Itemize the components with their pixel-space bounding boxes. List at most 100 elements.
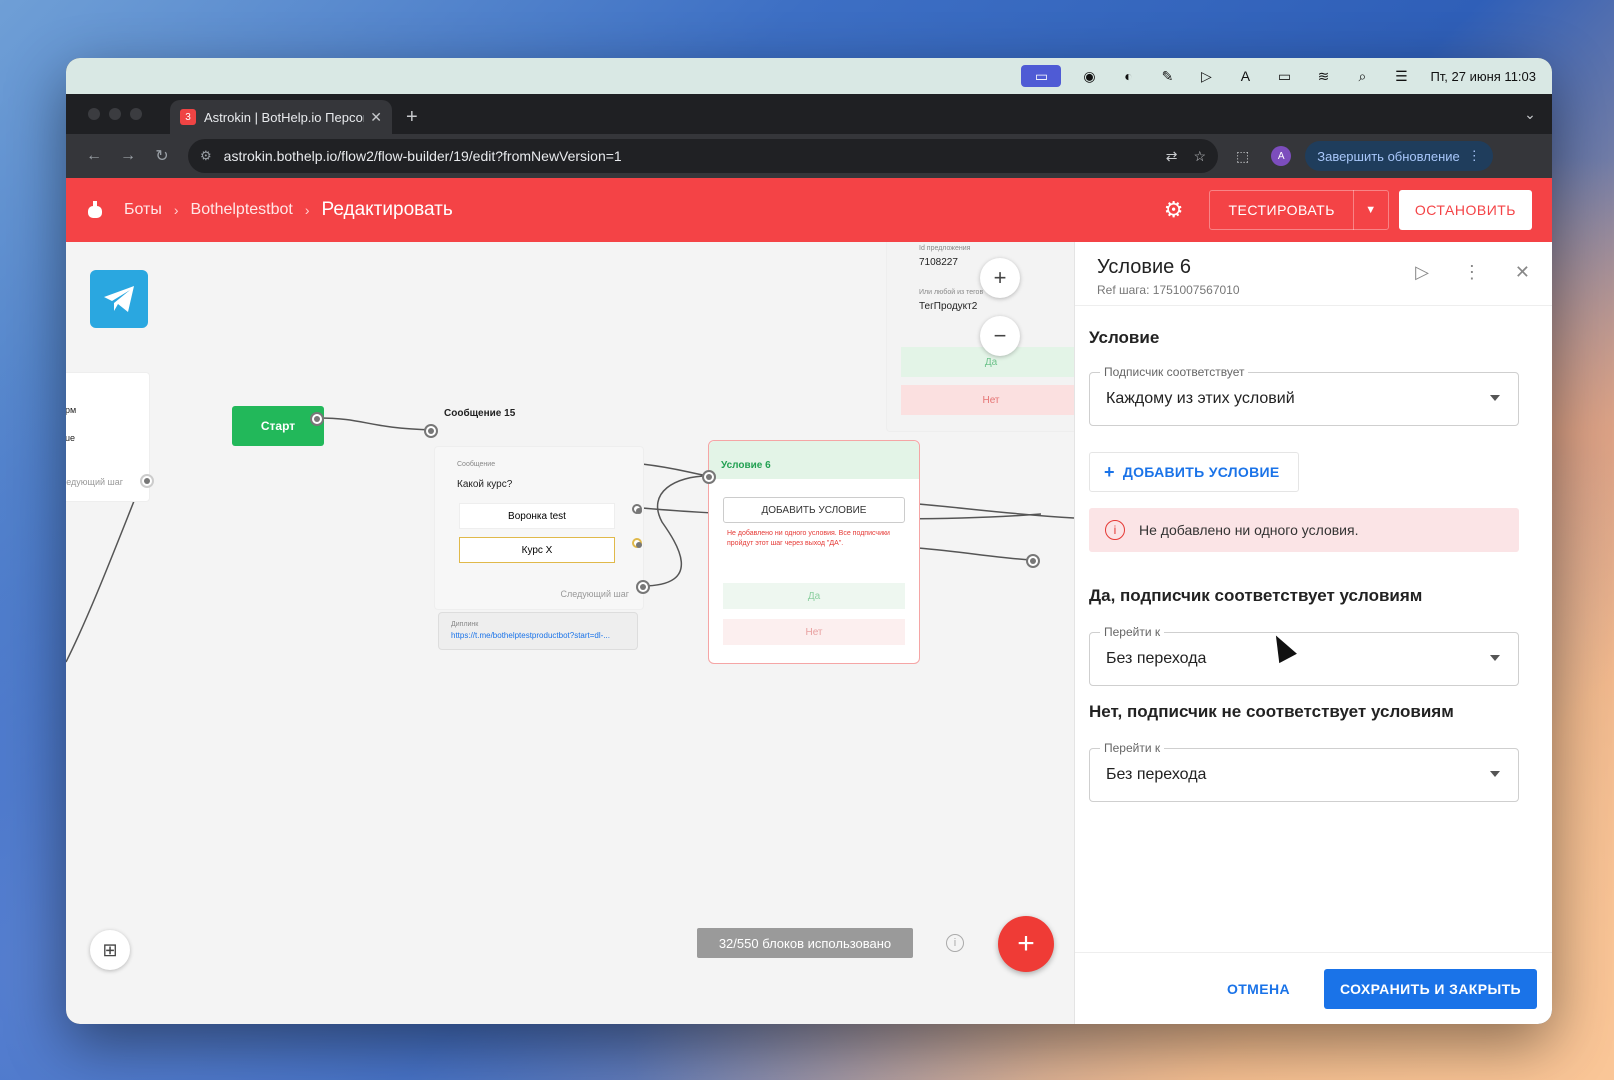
play-icon[interactable]: ▷	[1195, 67, 1217, 85]
no-goto-value: Без перехода	[1106, 766, 1207, 783]
condition-node-title: Условие 6	[721, 460, 771, 471]
save-and-close-button[interactable]: СОХРАНИТЬ И ЗАКРЫТЬ	[1324, 968, 1537, 1009]
message-button-2[interactable]: Курс X	[459, 537, 615, 563]
new-tab-icon[interactable]: +	[406, 100, 418, 134]
zoom-out-button[interactable]: −	[980, 316, 1020, 356]
address-bar[interactable]: ⚙ astrokin.bothelp.io/flow2/flow-builder…	[188, 139, 1218, 173]
deeplink-url[interactable]: https://t.me/bothelptestproductbot?start…	[451, 631, 610, 640]
zoom-in-button[interactable]: +	[980, 258, 1020, 298]
start-node-port[interactable]	[310, 412, 324, 426]
add-block-button[interactable]: +	[998, 916, 1054, 972]
bot-logo-icon[interactable]	[86, 200, 104, 220]
finish-update-button[interactable]: Завершить обновление ⋮	[1305, 141, 1493, 171]
right-node-in-port[interactable]	[1026, 554, 1040, 568]
translate-icon[interactable]: ⇄	[1166, 148, 1178, 165]
test-button[interactable]: ТЕСТИРОВАТЬ	[1210, 190, 1354, 230]
flow-canvas[interactable]: рм ue ледующий шаг Старт Сообщение 15 Со…	[66, 242, 1074, 1024]
forward-icon[interactable]: →	[114, 147, 142, 165]
start-node[interactable]: Старт	[232, 406, 324, 446]
panel-footer: ОТМЕНА СОХРАНИТЬ И ЗАКРЫТЬ	[1075, 952, 1552, 1024]
cancel-button[interactable]: ОТМЕНА	[1227, 981, 1290, 997]
menubar-clock[interactable]: Пт, 27 июня 11:03	[1430, 69, 1536, 84]
gear-icon[interactable]: ⚙	[1164, 197, 1184, 223]
condition-node-warning: Не добавлено ни одного условия. Все подп…	[727, 530, 890, 547]
close-icon[interactable]: ✕	[1515, 262, 1530, 283]
left-node-text: ue	[66, 433, 76, 443]
right-offer-label: Id предложения	[919, 245, 971, 252]
message-button-2-port[interactable]	[632, 538, 642, 548]
condition-node-no[interactable]: Нет	[723, 619, 905, 645]
left-partial-node[interactable]: рм ue ледующий шаг	[66, 372, 150, 502]
section-no-title: Нет, подписчик не соответствует условиям	[1089, 702, 1454, 721]
close-window-button[interactable]	[88, 108, 100, 120]
no-goto-select[interactable]: Перейти к Без перехода	[1089, 741, 1519, 802]
tab-bar: 3 Astrokin | BotHelp.io Персон... ✕ + ⌄	[66, 94, 1552, 134]
reload-icon[interactable]: ↻	[148, 146, 176, 166]
message-node[interactable]: Сообщение Какой курс? Воронка test Курс …	[434, 446, 644, 610]
browser-toolbar: ← → ↻ ⚙ astrokin.bothelp.io/flow2/flow-b…	[66, 134, 1552, 178]
control-center-icon[interactable]: ☰	[1390, 67, 1412, 85]
keyboard-layout-icon[interactable]: A	[1234, 67, 1256, 85]
browser-tab-active[interactable]: 3 Astrokin | BotHelp.io Персон... ✕	[170, 100, 392, 134]
breadcrumb-bots[interactable]: Боты	[124, 201, 162, 219]
yes-goto-select[interactable]: Перейти к Без перехода	[1089, 625, 1519, 686]
panel-ref: Ref шага: 1751007567010	[1097, 283, 1240, 297]
condition-node-add-button[interactable]: ДОБАВИТЬ УСЛОВИЕ	[723, 497, 905, 523]
panel-header: Условие 6 Ref шага: 1751007567010 ▷ ⋮ ✕	[1075, 242, 1552, 306]
grid-icon[interactable]: ⊞	[90, 930, 130, 970]
update-label: Завершить обновление	[1317, 148, 1460, 164]
telegram-channel-icon[interactable]	[90, 270, 148, 328]
right-tag-label: Или любой из тегов	[919, 289, 984, 296]
message-node-in-port[interactable]	[424, 424, 438, 438]
url-text[interactable]: astrokin.bothelp.io/flow2/flow-builder/1…	[224, 148, 1150, 164]
tab-search-chevron-icon[interactable]: ⌄	[1518, 102, 1542, 126]
condition-panel: Условие 6 Ref шага: 1751007567010 ▷ ⋮ ✕ …	[1074, 242, 1552, 1024]
zoom-window-button[interactable]	[130, 108, 142, 120]
condition-node-in-port[interactable]	[702, 470, 716, 484]
panel-body: Условие Подписчик соответствует Каждому …	[1075, 306, 1552, 802]
battery-icon[interactable]: ▭	[1273, 67, 1295, 85]
chevron-right-icon: ›	[304, 202, 310, 218]
message-next-port[interactable]	[636, 580, 650, 594]
condition-node-yes[interactable]: Да	[723, 583, 905, 609]
test-dropdown-icon[interactable]: ▼	[1354, 204, 1388, 216]
spotlight-search-icon[interactable]: ⌕	[1351, 67, 1373, 85]
stop-button[interactable]: ОСТАНОВИТЬ	[1398, 190, 1532, 230]
telegram-tray-icon[interactable]: ◉	[1078, 67, 1100, 85]
browser-window: ▭ ◉ ◐ ✎ ▷ A ▭ ≋ ⌕ ☰ Пт, 27 июня 11:03 3 …	[66, 58, 1552, 1024]
screen-share-icon[interactable]: ▭	[1021, 65, 1062, 87]
message-button-1-port[interactable]	[632, 504, 642, 514]
add-condition-button[interactable]: + ДОБАВИТЬ УСЛОВИЕ	[1089, 452, 1299, 492]
favicon-icon: 3	[180, 109, 196, 125]
add-condition-label: ДОБАВИТЬ УСЛОВИЕ	[1122, 464, 1280, 480]
wifi-icon[interactable]: ≋	[1312, 67, 1334, 85]
dropdown-arrow-icon	[1490, 655, 1500, 661]
site-settings-icon[interactable]: ⚙	[200, 148, 212, 164]
more-vert-icon[interactable]: ⋮	[1463, 262, 1481, 283]
breadcrumb-bot[interactable]: Bothelptestbot	[191, 201, 293, 219]
extensions-icon[interactable]: ⬚	[1236, 148, 1249, 165]
deeplink-label: Диплинк	[451, 621, 479, 628]
minimize-window-button[interactable]	[109, 108, 121, 120]
send-icon[interactable]: ▷	[1415, 262, 1429, 283]
message-button-1[interactable]: Воронка test	[459, 503, 615, 529]
back-icon[interactable]: ←	[80, 147, 108, 165]
section-condition-title: Условие	[1089, 328, 1160, 347]
feather-icon[interactable]: ✎	[1156, 67, 1178, 85]
right-tag-value: ТегПродукт2	[919, 301, 978, 312]
profile-avatar[interactable]: A	[1271, 146, 1292, 166]
message-text: Какой курс?	[457, 479, 513, 490]
blocks-usage-badge: 32/550 блоков использовано	[697, 928, 913, 958]
close-tab-icon[interactable]: ✕	[370, 109, 382, 126]
page-title: Редактировать	[321, 199, 453, 220]
match-select[interactable]: Подписчик соответствует Каждому из этих …	[1089, 365, 1519, 426]
left-node-port[interactable]	[140, 474, 154, 488]
condition-node[interactable]: Условие 6 ДОБАВИТЬ УСЛОВИЕ Не добавлено …	[708, 440, 920, 664]
right-node-no[interactable]: Нет	[901, 385, 1074, 415]
info-icon[interactable]: i	[946, 934, 964, 952]
bookmark-star-icon[interactable]: ☆	[1193, 148, 1206, 165]
app-header: Боты › Bothelptestbot › Редактировать ⚙ …	[66, 178, 1552, 242]
match-select-value: Каждому из этих условий	[1106, 390, 1295, 407]
deeplink-box[interactable]: Диплинк https://t.me/bothelptestproductb…	[438, 612, 638, 650]
contrast-icon[interactable]: ◐	[1117, 67, 1139, 85]
